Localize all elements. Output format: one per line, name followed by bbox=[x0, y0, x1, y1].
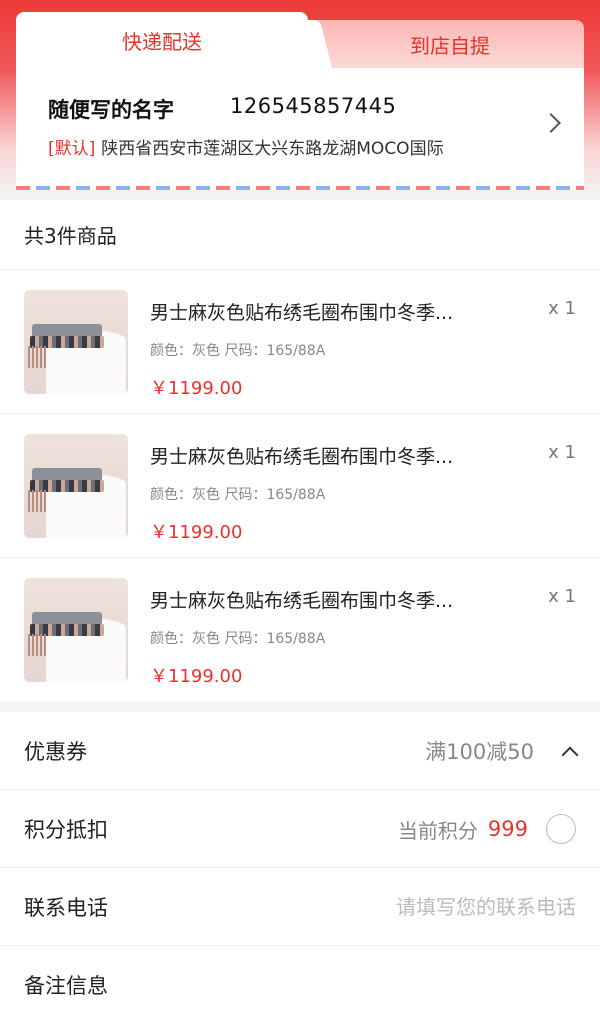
current-points-label: 当前积分 bbox=[397, 818, 478, 843]
product-quantity: x 1 bbox=[548, 298, 576, 319]
recipient-name: 随便写的名字 bbox=[48, 98, 174, 122]
product-quantity: x 1 bbox=[548, 586, 576, 607]
tab-store-pickup[interactable]: 到店自提 bbox=[308, 20, 584, 68]
address-line: [默认] 陕西省西安市莲湖区大兴东路龙湖MOCO国际 bbox=[48, 134, 444, 159]
product-price: ￥1199.00 bbox=[150, 522, 243, 543]
contact-phone-input[interactable] bbox=[256, 895, 576, 919]
tab-express-delivery-label: 快递配送 bbox=[122, 29, 202, 54]
default-address-tag: [默认] bbox=[48, 139, 96, 159]
points-label: 积分抵扣 bbox=[24, 817, 108, 842]
order-options: 优惠券 满100减50 积分抵扣 当前积分 999 联系电话 备注信息 bbox=[0, 712, 600, 1020]
points-radio[interactable] bbox=[546, 814, 576, 844]
product-price: ￥1199.00 bbox=[150, 666, 243, 687]
product-title: 男士麻灰色贴布绣毛圈布围巾冬季... bbox=[150, 446, 454, 468]
product-spec: 颜色：灰色 尺码：165/88A bbox=[150, 631, 326, 647]
remark-label: 备注信息 bbox=[24, 974, 108, 998]
product-price: ￥1199.00 bbox=[150, 378, 243, 399]
points-row: 积分抵扣 当前积分 999 bbox=[0, 790, 600, 868]
contact-phone-label: 联系电话 bbox=[24, 895, 108, 920]
coupon-label: 优惠券 bbox=[24, 739, 87, 764]
product-quantity: x 1 bbox=[548, 442, 576, 463]
product-title: 男士麻灰色贴布绣毛圈布围巾冬季... bbox=[150, 302, 454, 324]
list-item[interactable]: 男士麻灰色贴布绣毛圈布围巾冬季... 颜色：灰色 尺码：165/88A ￥119… bbox=[0, 414, 600, 558]
product-spec: 颜色：灰色 尺码：165/88A bbox=[150, 343, 326, 359]
recipient-phone: 126545857445 bbox=[230, 94, 397, 118]
contact-phone-row: 联系电话 bbox=[0, 868, 600, 946]
product-image bbox=[24, 290, 128, 394]
envelope-stripe bbox=[16, 186, 584, 190]
product-spec: 颜色：灰色 尺码：165/88A bbox=[150, 487, 326, 503]
remark-row[interactable]: 备注信息 bbox=[0, 946, 600, 1020]
address-card: 到店自提 快递配送 随便写的名字 126545857445 [默认] 陕西省西安市… bbox=[16, 12, 584, 190]
address-selector[interactable]: 随便写的名字 126545857445 [默认] 陕西省西安市莲湖区大兴东路龙湖M… bbox=[16, 68, 584, 190]
coupon-value: 满100减50 bbox=[425, 740, 534, 764]
tab-store-pickup-label: 到店自提 bbox=[410, 33, 490, 58]
coupon-row[interactable]: 优惠券 满100减50 bbox=[0, 712, 600, 790]
product-image bbox=[24, 578, 128, 682]
current-points-value: 999 bbox=[487, 817, 528, 841]
tab-express-delivery[interactable]: 快递配送 bbox=[16, 12, 308, 68]
chevron-up-icon[interactable] bbox=[561, 746, 579, 764]
list-item[interactable]: 男士麻灰色贴布绣毛圈布围巾冬季... 颜色：灰色 尺码：165/88A ￥119… bbox=[0, 558, 600, 702]
goods-section: 共3件商品 男士麻灰色贴布绣毛圈布围巾冬季... 颜色：灰色 尺码：165/88… bbox=[0, 200, 600, 702]
list-item[interactable]: 男士麻灰色贴布绣毛圈布围巾冬季... 颜色：灰色 尺码：165/88A ￥119… bbox=[0, 270, 600, 414]
chevron-right-icon[interactable] bbox=[541, 113, 561, 133]
address-detail: 陕西省西安市莲湖区大兴东路龙湖MOCO国际 bbox=[101, 139, 444, 159]
product-image bbox=[24, 434, 128, 538]
product-title: 男士麻灰色贴布绣毛圈布围巾冬季... bbox=[150, 590, 454, 612]
goods-count-header: 共3件商品 bbox=[0, 200, 600, 270]
